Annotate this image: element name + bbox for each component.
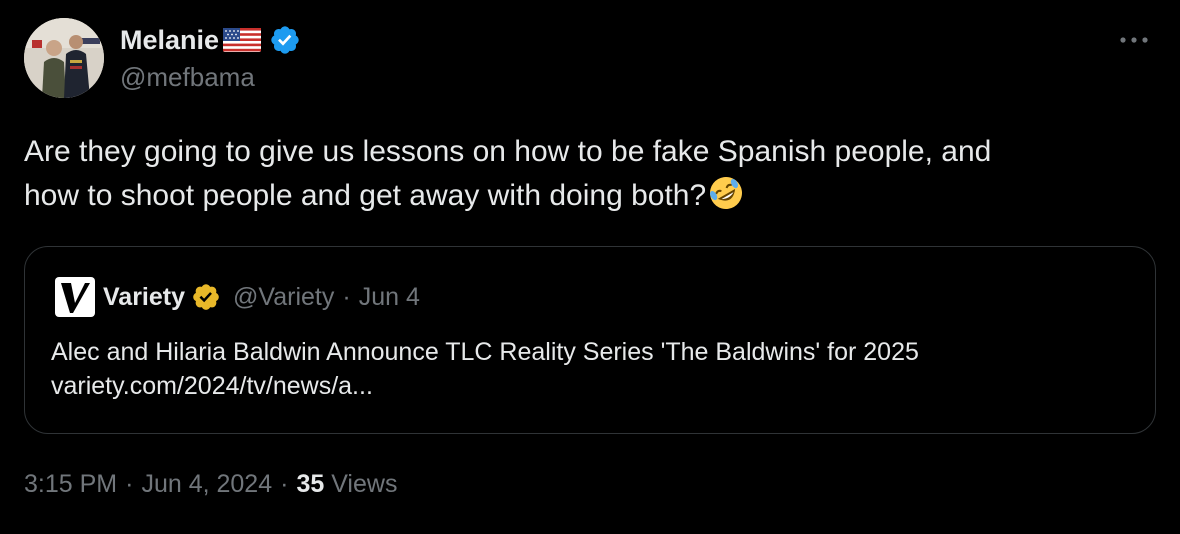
meta-separator: · (280, 470, 289, 498)
author-handle[interactable]: @mefbama (120, 62, 255, 93)
author-name-row: Melanie (120, 22, 301, 58)
quoted-separator: · (342, 282, 351, 311)
quoted-tweet-card[interactable]: Variety @Variety · Jun 4 Alec and Hilari… (24, 246, 1156, 434)
views-label: Views (331, 470, 398, 498)
gold-verified-badge-icon (191, 282, 221, 312)
meta-separator: · (125, 470, 134, 498)
us-flag-icon (223, 28, 262, 52)
tweet-detail: Melanie @mefbama Are they going to give … (0, 0, 1180, 534)
quoted-text-line-1: Alec and Hilaria Baldwin Announce TLC Re… (51, 338, 919, 366)
blue-verified-badge-icon[interactable] (269, 24, 301, 56)
tweet-date[interactable]: Jun 4, 2024 (141, 470, 272, 498)
views-link[interactable]: 35 Views (296, 470, 397, 498)
tweet-time[interactable]: 3:15 PM (24, 470, 117, 498)
quoted-tweet-header: Variety @Variety · Jun 4 (55, 277, 420, 317)
variety-logo-icon[interactable] (55, 277, 95, 317)
views-count: 35 (296, 470, 325, 498)
tweet-meta: 3:15 PM · Jun 4, 2024 · 35 Views (24, 470, 397, 499)
author-display-name[interactable]: Melanie (120, 25, 219, 56)
tweet-text: Are they going to give us lessons on how… (24, 130, 1154, 218)
quoted-link[interactable]: variety.com/2024/tv/news/a... (51, 369, 919, 403)
more-options-icon (1120, 37, 1148, 43)
quoted-author-name: Variety (103, 282, 186, 311)
author-avatar[interactable] (24, 18, 104, 98)
rolling-on-floor-laughing-emoji-icon (708, 175, 744, 211)
more-options-button[interactable] (1112, 22, 1156, 58)
tweet-text-line-2-text: how to shoot people and get away with do… (24, 179, 707, 212)
tweet-text-line-1: Are they going to give us lessons on how… (24, 135, 992, 168)
quoted-tweet-text: Alec and Hilaria Baldwin Announce TLC Re… (51, 335, 919, 403)
quoted-author-handle: @Variety (233, 282, 335, 311)
tweet-text-line-2: how to shoot people and get away with do… (24, 174, 1154, 218)
quoted-date: Jun 4 (358, 282, 420, 311)
